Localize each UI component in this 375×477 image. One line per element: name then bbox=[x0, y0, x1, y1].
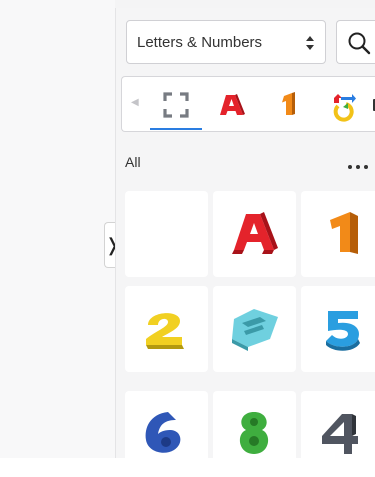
scroll-left-icon[interactable]: ◀ bbox=[131, 97, 139, 108]
shapes-panel: Letters & Numbers ◀ All bbox=[115, 8, 375, 477]
shape-tile-number-5[interactable] bbox=[301, 286, 375, 372]
select-arrows-icon bbox=[306, 36, 314, 50]
tab-numbers[interactable] bbox=[270, 87, 306, 123]
letter-a-shape-icon bbox=[232, 212, 278, 254]
dot-icon bbox=[348, 165, 352, 169]
dashed-frame-icon bbox=[163, 92, 189, 118]
number-3-shape-icon bbox=[232, 309, 278, 351]
number-8-shape-icon bbox=[239, 412, 269, 454]
number-1-shape-icon bbox=[330, 212, 358, 254]
number-2-shape-icon bbox=[146, 313, 184, 349]
shape-tile-number-8[interactable] bbox=[213, 391, 296, 477]
shape-tile-number-1[interactable] bbox=[301, 191, 375, 277]
shape-tile-number-6[interactable] bbox=[125, 391, 208, 477]
active-tab-indicator bbox=[150, 128, 202, 130]
number-5-shape-icon bbox=[326, 311, 360, 351]
category-select[interactable]: Letters & Numbers bbox=[126, 20, 326, 64]
shape-tile-number-2[interactable] bbox=[125, 286, 208, 372]
shape-tile-number-3[interactable] bbox=[213, 286, 296, 372]
dot-icon bbox=[364, 165, 368, 169]
shape-tile-number-4[interactable] bbox=[301, 391, 375, 477]
section-title: All bbox=[125, 154, 141, 170]
category-select-value: Letters & Numbers bbox=[137, 33, 263, 51]
number-4-shape-icon bbox=[322, 414, 358, 454]
tab-symbols[interactable] bbox=[324, 87, 360, 123]
category-tab-bar: ◀ bbox=[121, 76, 375, 132]
tab-all-shapes[interactable] bbox=[158, 87, 194, 123]
search-button[interactable] bbox=[336, 20, 375, 64]
more-options-button[interactable] bbox=[348, 156, 375, 172]
tab-letters[interactable] bbox=[214, 87, 250, 123]
refresh-arrows-icon bbox=[333, 94, 356, 122]
workplane-area[interactable] bbox=[0, 0, 115, 458]
shape-tile-blank[interactable] bbox=[125, 191, 208, 277]
shape-tile-letter-a[interactable] bbox=[213, 191, 296, 277]
number-6-shape-icon bbox=[145, 412, 181, 453]
search-icon bbox=[348, 32, 371, 55]
dot-icon bbox=[356, 165, 360, 169]
number-1-icon bbox=[282, 92, 295, 115]
letter-a-icon bbox=[220, 94, 245, 115]
